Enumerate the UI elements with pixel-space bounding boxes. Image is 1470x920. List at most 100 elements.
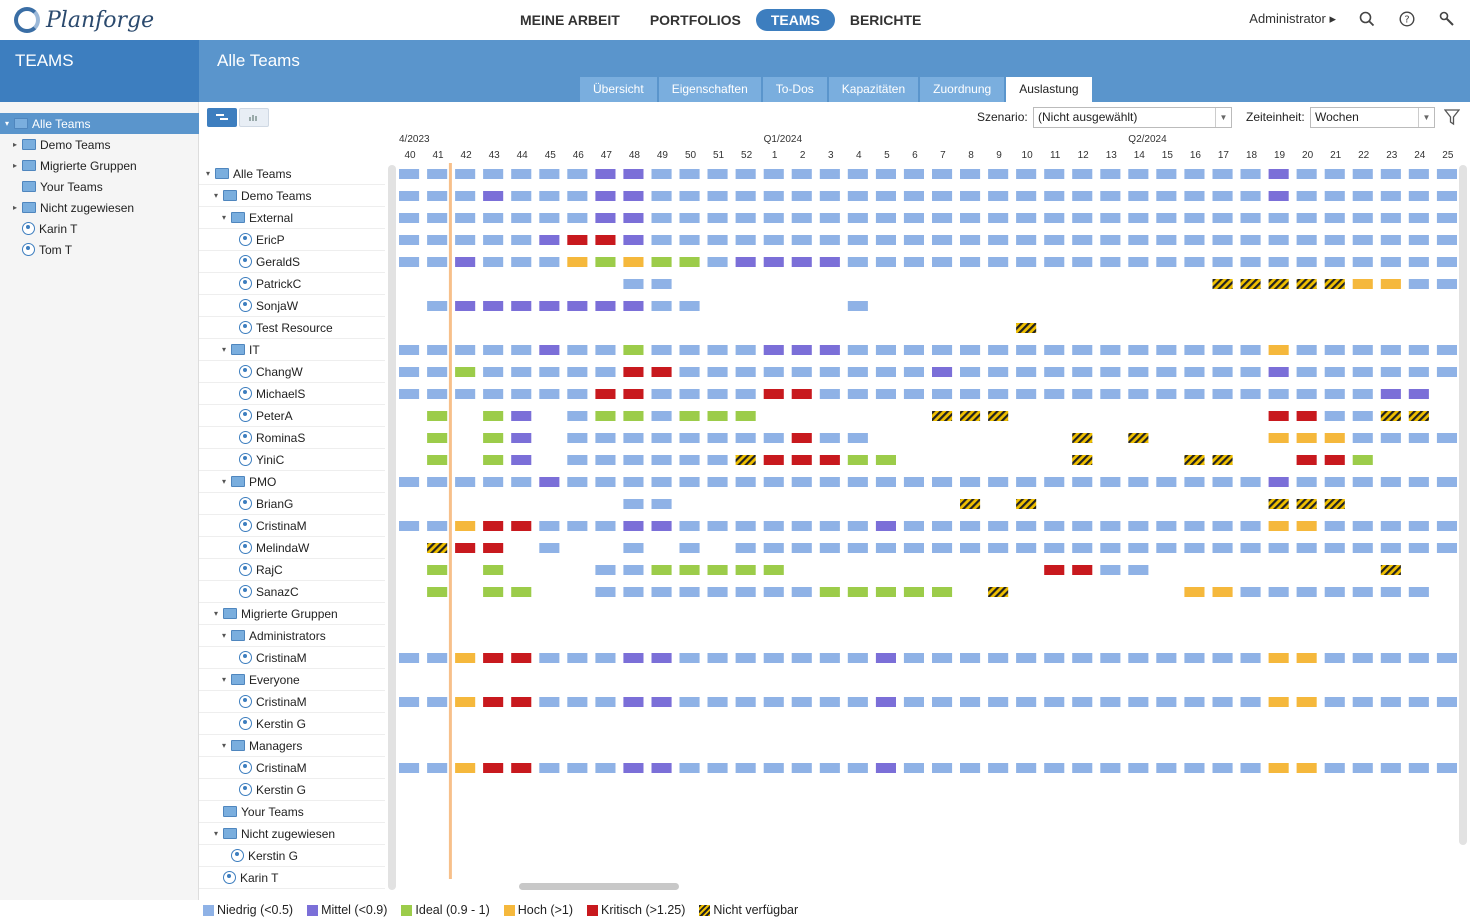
user-menu[interactable]: Administrator ▸ xyxy=(1249,11,1336,27)
utilization-bar[interactable] xyxy=(1184,477,1205,487)
utilization-bar[interactable] xyxy=(1268,169,1289,179)
utilization-bar[interactable] xyxy=(819,521,840,531)
utilization-bar[interactable] xyxy=(763,367,784,377)
utilization-bar[interactable] xyxy=(1156,697,1177,707)
utilization-bar[interactable] xyxy=(567,697,588,707)
utilization-bar[interactable] xyxy=(483,213,504,223)
unavailable-bar[interactable] xyxy=(960,499,981,509)
utilization-bar[interactable] xyxy=(1352,169,1373,179)
utilization-bar[interactable] xyxy=(483,301,504,311)
utilization-bar[interactable] xyxy=(791,521,812,531)
utilization-bar[interactable] xyxy=(988,345,1009,355)
utilization-bar[interactable] xyxy=(1408,191,1429,201)
utilization-bar[interactable] xyxy=(1100,477,1121,487)
utilization-bar[interactable] xyxy=(847,257,868,267)
utilization-bar[interactable] xyxy=(988,169,1009,179)
utilization-bar[interactable] xyxy=(1268,653,1289,663)
utilization-bar[interactable] xyxy=(707,763,728,773)
utilization-bar[interactable] xyxy=(1268,411,1289,421)
utilization-bar[interactable] xyxy=(427,367,448,377)
utilization-bar[interactable] xyxy=(707,521,728,531)
utilization-bar[interactable] xyxy=(427,653,448,663)
resource-row[interactable]: YiniC xyxy=(199,449,385,471)
tools-icon[interactable] xyxy=(1438,10,1456,28)
utilization-bar[interactable] xyxy=(1296,477,1317,487)
utilization-bar[interactable] xyxy=(1100,565,1121,575)
utilization-bar[interactable] xyxy=(1324,367,1345,377)
nav-portfolios[interactable]: PORTFOLIOS xyxy=(635,9,756,31)
utilization-bar[interactable] xyxy=(791,543,812,553)
utilization-bar[interactable] xyxy=(847,477,868,487)
utilization-bar[interactable] xyxy=(1100,697,1121,707)
utilization-bar[interactable] xyxy=(567,433,588,443)
utilization-bar[interactable] xyxy=(1240,543,1261,553)
utilization-bar[interactable] xyxy=(707,697,728,707)
utilization-bar[interactable] xyxy=(1100,213,1121,223)
resource-row[interactable]: RominaS xyxy=(199,427,385,449)
utilization-bar[interactable] xyxy=(483,411,504,421)
unavailable-bar[interactable] xyxy=(1268,279,1289,289)
unavailable-bar[interactable] xyxy=(1380,411,1401,421)
utilization-bar[interactable] xyxy=(819,367,840,377)
utilization-bar[interactable] xyxy=(1296,587,1317,597)
utilization-bar[interactable] xyxy=(903,389,924,399)
utilization-bar[interactable] xyxy=(399,367,420,377)
utilization-bar[interactable] xyxy=(679,235,700,245)
utilization-bar[interactable] xyxy=(1352,521,1373,531)
utilization-bar[interactable] xyxy=(847,191,868,201)
utilization-bar[interactable] xyxy=(623,521,644,531)
unavailable-bar[interactable] xyxy=(735,455,756,465)
utilization-bar[interactable] xyxy=(651,169,672,179)
utilization-bar[interactable] xyxy=(1352,697,1373,707)
utilization-bar[interactable] xyxy=(483,235,504,245)
resource-row[interactable]: CristinaM xyxy=(199,757,385,779)
utilization-bar[interactable] xyxy=(623,169,644,179)
utilization-bar[interactable] xyxy=(903,169,924,179)
utilization-bar[interactable] xyxy=(539,477,560,487)
utilization-bar[interactable] xyxy=(1128,543,1149,553)
utilization-bar[interactable] xyxy=(1184,213,1205,223)
utilization-bar[interactable] xyxy=(1268,389,1289,399)
utilization-bar[interactable] xyxy=(1072,477,1093,487)
utilization-bar[interactable] xyxy=(427,301,448,311)
utilization-bar[interactable] xyxy=(511,763,532,773)
utilization-bar[interactable] xyxy=(567,389,588,399)
utilization-bar[interactable] xyxy=(483,653,504,663)
utilization-bar[interactable] xyxy=(483,477,504,487)
utilization-bar[interactable] xyxy=(623,191,644,201)
unavailable-bar[interactable] xyxy=(1296,279,1317,289)
utilization-bar[interactable] xyxy=(932,367,953,377)
utilization-bar[interactable] xyxy=(1380,653,1401,663)
utilization-bar[interactable] xyxy=(1352,191,1373,201)
utilization-bar[interactable] xyxy=(623,763,644,773)
utilization-bar[interactable] xyxy=(455,213,476,223)
utilization-bar[interactable] xyxy=(988,521,1009,531)
utilization-bar[interactable] xyxy=(567,191,588,201)
utilization-bar[interactable] xyxy=(651,565,672,575)
utilization-bar[interactable] xyxy=(651,411,672,421)
search-icon[interactable] xyxy=(1358,10,1376,28)
utilization-bar[interactable] xyxy=(511,653,532,663)
utilization-bar[interactable] xyxy=(1380,521,1401,531)
utilization-bar[interactable] xyxy=(1212,477,1233,487)
utilization-bar[interactable] xyxy=(455,521,476,531)
utilization-bar[interactable] xyxy=(932,543,953,553)
utilization-bar[interactable] xyxy=(1016,521,1037,531)
utilization-bar[interactable] xyxy=(567,257,588,267)
utilization-bar[interactable] xyxy=(903,543,924,553)
expand-icon[interactable]: ▾ xyxy=(211,829,221,838)
utilization-bar[interactable] xyxy=(1380,477,1401,487)
utilization-bar[interactable] xyxy=(399,213,420,223)
utilization-bar[interactable] xyxy=(567,301,588,311)
utilization-bar[interactable] xyxy=(735,521,756,531)
utilization-bar[interactable] xyxy=(707,235,728,245)
utilization-bar[interactable] xyxy=(1380,169,1401,179)
utilization-bar[interactable] xyxy=(1436,367,1457,377)
tree-item[interactable]: Your Teams xyxy=(0,176,199,197)
utilization-bar[interactable] xyxy=(595,565,616,575)
resource-row[interactable]: MelindaW xyxy=(199,537,385,559)
utilization-bar[interactable] xyxy=(1212,763,1233,773)
utilization-bar[interactable] xyxy=(1128,345,1149,355)
utilization-bar[interactable] xyxy=(903,213,924,223)
utilization-bar[interactable] xyxy=(651,367,672,377)
